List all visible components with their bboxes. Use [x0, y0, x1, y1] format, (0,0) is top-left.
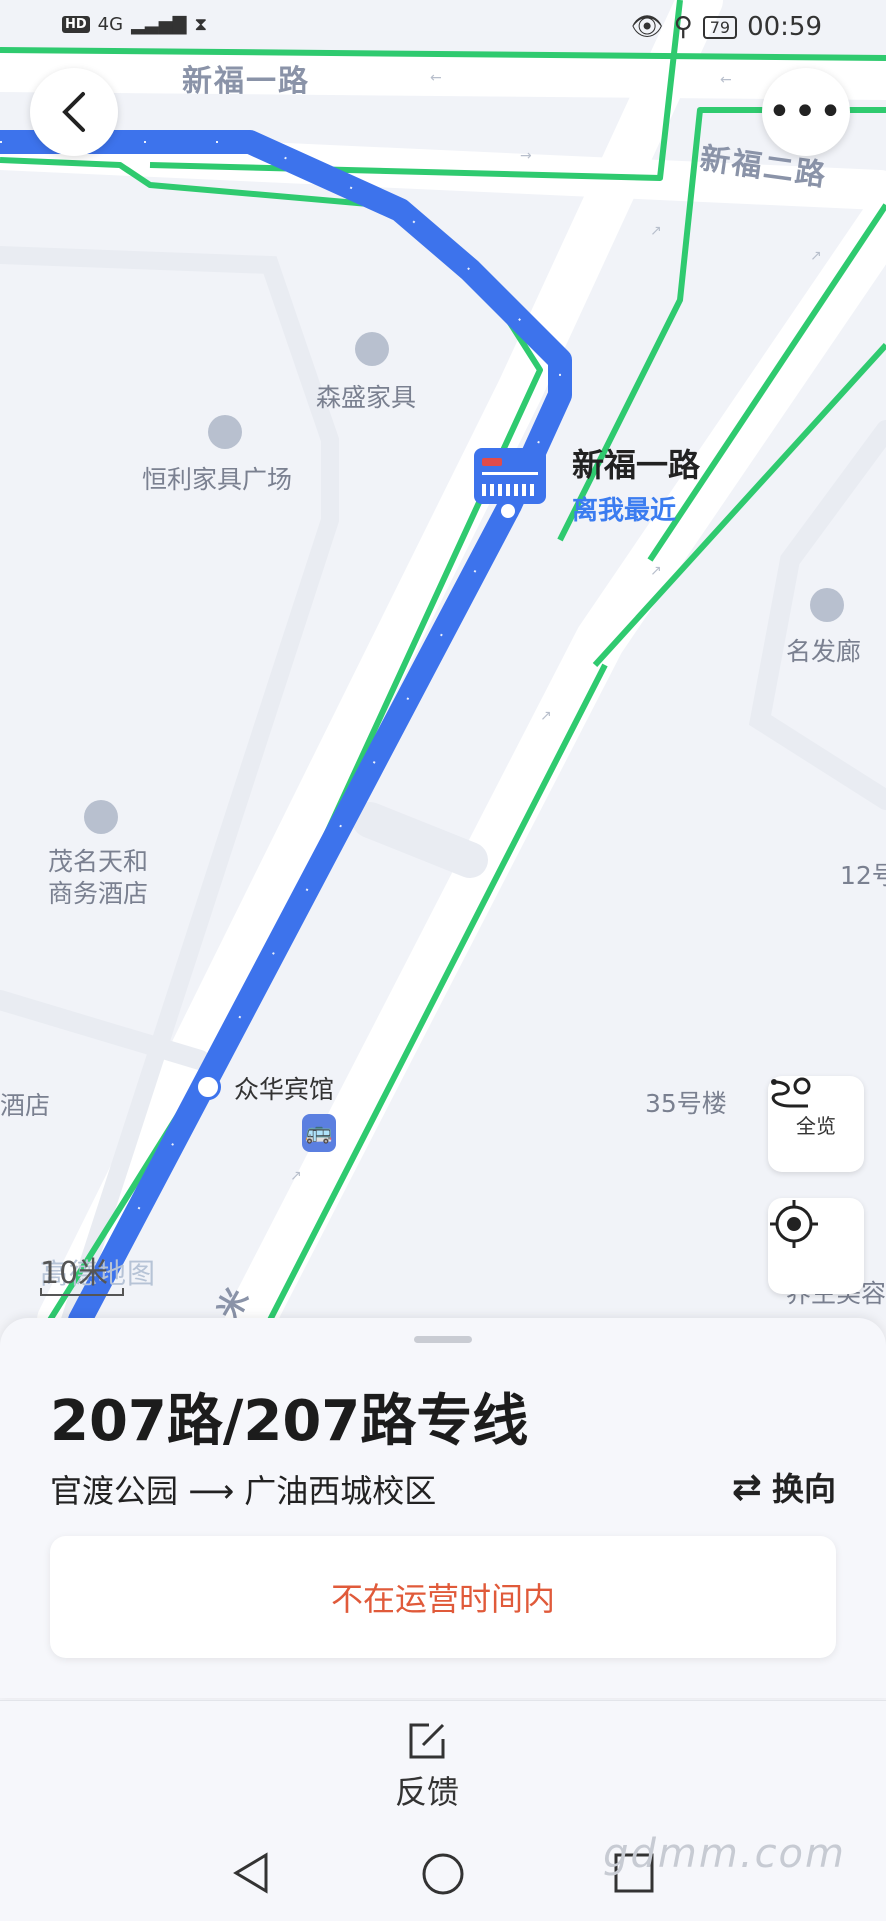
shopping-bag-icon: [355, 332, 389, 366]
swap-arrows-icon: ⇄: [731, 1466, 762, 1508]
overview-button[interactable]: 全览: [768, 1076, 864, 1172]
chevron-left-icon: [62, 92, 85, 132]
svg-text:←: ←: [430, 70, 442, 86]
switch-direction-button[interactable]: ⇄ 换向: [732, 1464, 836, 1510]
poi-35haolou: 35号楼: [645, 1089, 727, 1118]
locate-button[interactable]: [768, 1198, 864, 1294]
from-stop: 官渡公园: [50, 1472, 179, 1510]
poi-sensheng[interactable]: 森盛家具: [316, 378, 416, 414]
hd-badge: HD: [62, 16, 90, 33]
bottom-bar: 反馈 gdmm.com: [0, 1700, 886, 1921]
clock: 00:59: [747, 12, 822, 42]
route-overview-icon: [771, 1077, 811, 1108]
bus-stop-marker[interactable]: [474, 448, 546, 504]
stop-dot: [497, 500, 519, 522]
arrow-right-icon: ⟶: [188, 1472, 245, 1510]
site-watermark: gdmm.com: [603, 1831, 846, 1877]
route-direction: 官渡公园 ⟶ 广油西城校区: [50, 1466, 436, 1512]
more-button[interactable]: •••: [762, 68, 850, 156]
nav-back-icon[interactable]: [230, 1851, 274, 1895]
more-dots-icon: •••: [767, 89, 845, 135]
switch-label: 换向: [771, 1470, 836, 1508]
nav-home-icon[interactable]: [420, 1851, 466, 1897]
signal-icon: ▂▃▅▇: [131, 14, 187, 35]
stop-name[interactable]: 新福一路: [572, 440, 700, 486]
svg-text:↗: ↗: [650, 223, 662, 239]
overview-label: 全览: [796, 1113, 836, 1138]
hotel-bed-icon: [84, 800, 118, 834]
scale-label: 10米: [40, 1256, 109, 1291]
status-bar: HD 4G ▂▃▅▇ ⧗ 👁 ⚲ 79 00:59: [0, 0, 886, 58]
route-stop-dot[interactable]: [195, 1074, 221, 1100]
service-status-text: 不在运营时间内: [330, 1580, 555, 1618]
map-scale: 10米: [40, 1248, 124, 1296]
eye-icon: 👁: [630, 12, 664, 42]
svg-text:↗: ↗: [540, 708, 552, 724]
location-icon: ⚲: [673, 12, 693, 42]
map-view[interactable]: ← ← → ↗ ↗ ↗ ↗ ↗ 新福一路 新福二路 米 森盛家具 恒利家具广场 名发廊 …: [0, 0, 886, 1320]
poi-tianhe-1[interactable]: 茂名天和: [48, 842, 148, 878]
nearest-badge: 离我最近: [572, 496, 677, 526]
poi-hengli[interactable]: 恒利家具广场: [142, 460, 292, 496]
poi-tianhe-2[interactable]: 商务酒店: [48, 874, 148, 910]
hourglass-icon: ⧗: [194, 14, 208, 35]
line-title: 207路/207路专线: [50, 1389, 529, 1454]
back-button[interactable]: [30, 68, 118, 156]
poi-mingfalang[interactable]: 名发廊: [786, 632, 861, 668]
network-label: 4G: [97, 14, 124, 35]
to-stop: 广油西城校区: [244, 1472, 437, 1510]
poi-12hao: 12号: [840, 861, 886, 890]
map-roads: ← ← → ↗ ↗ ↗ ↗ ↗: [0, 0, 886, 1320]
bus-line-sheet[interactable]: 207路/207路专线 官渡公园 ⟶ 广油西城校区 ⇄ 换向 不在运营时间内: [0, 1318, 886, 1698]
svg-text:→: →: [520, 148, 532, 164]
poi-jiudian: 酒店: [0, 1091, 51, 1120]
svg-text:↗: ↗: [650, 563, 662, 579]
edit-icon: [409, 1723, 445, 1759]
feedback-button[interactable]: 反馈: [395, 1721, 459, 1813]
locate-crosshair-icon: [770, 1200, 818, 1248]
road-label-xinfu-1: 新福一路: [182, 64, 310, 99]
battery-indicator: 79: [702, 15, 738, 39]
shopping-bag-icon: [208, 415, 242, 449]
bus-icon: 🚌: [302, 1114, 336, 1152]
svg-text:←: ←: [720, 72, 732, 88]
feedback-label: 反馈: [395, 1773, 460, 1811]
svg-text:↗: ↗: [810, 248, 822, 264]
service-status-card: 不在运营时间内: [50, 1536, 836, 1658]
sheet-grabber[interactable]: [414, 1336, 472, 1343]
svg-text:↗: ↗: [290, 1168, 302, 1184]
scissors-icon: [810, 588, 844, 622]
stop-label-zhonghua[interactable]: 众华宾馆: [234, 1070, 334, 1106]
